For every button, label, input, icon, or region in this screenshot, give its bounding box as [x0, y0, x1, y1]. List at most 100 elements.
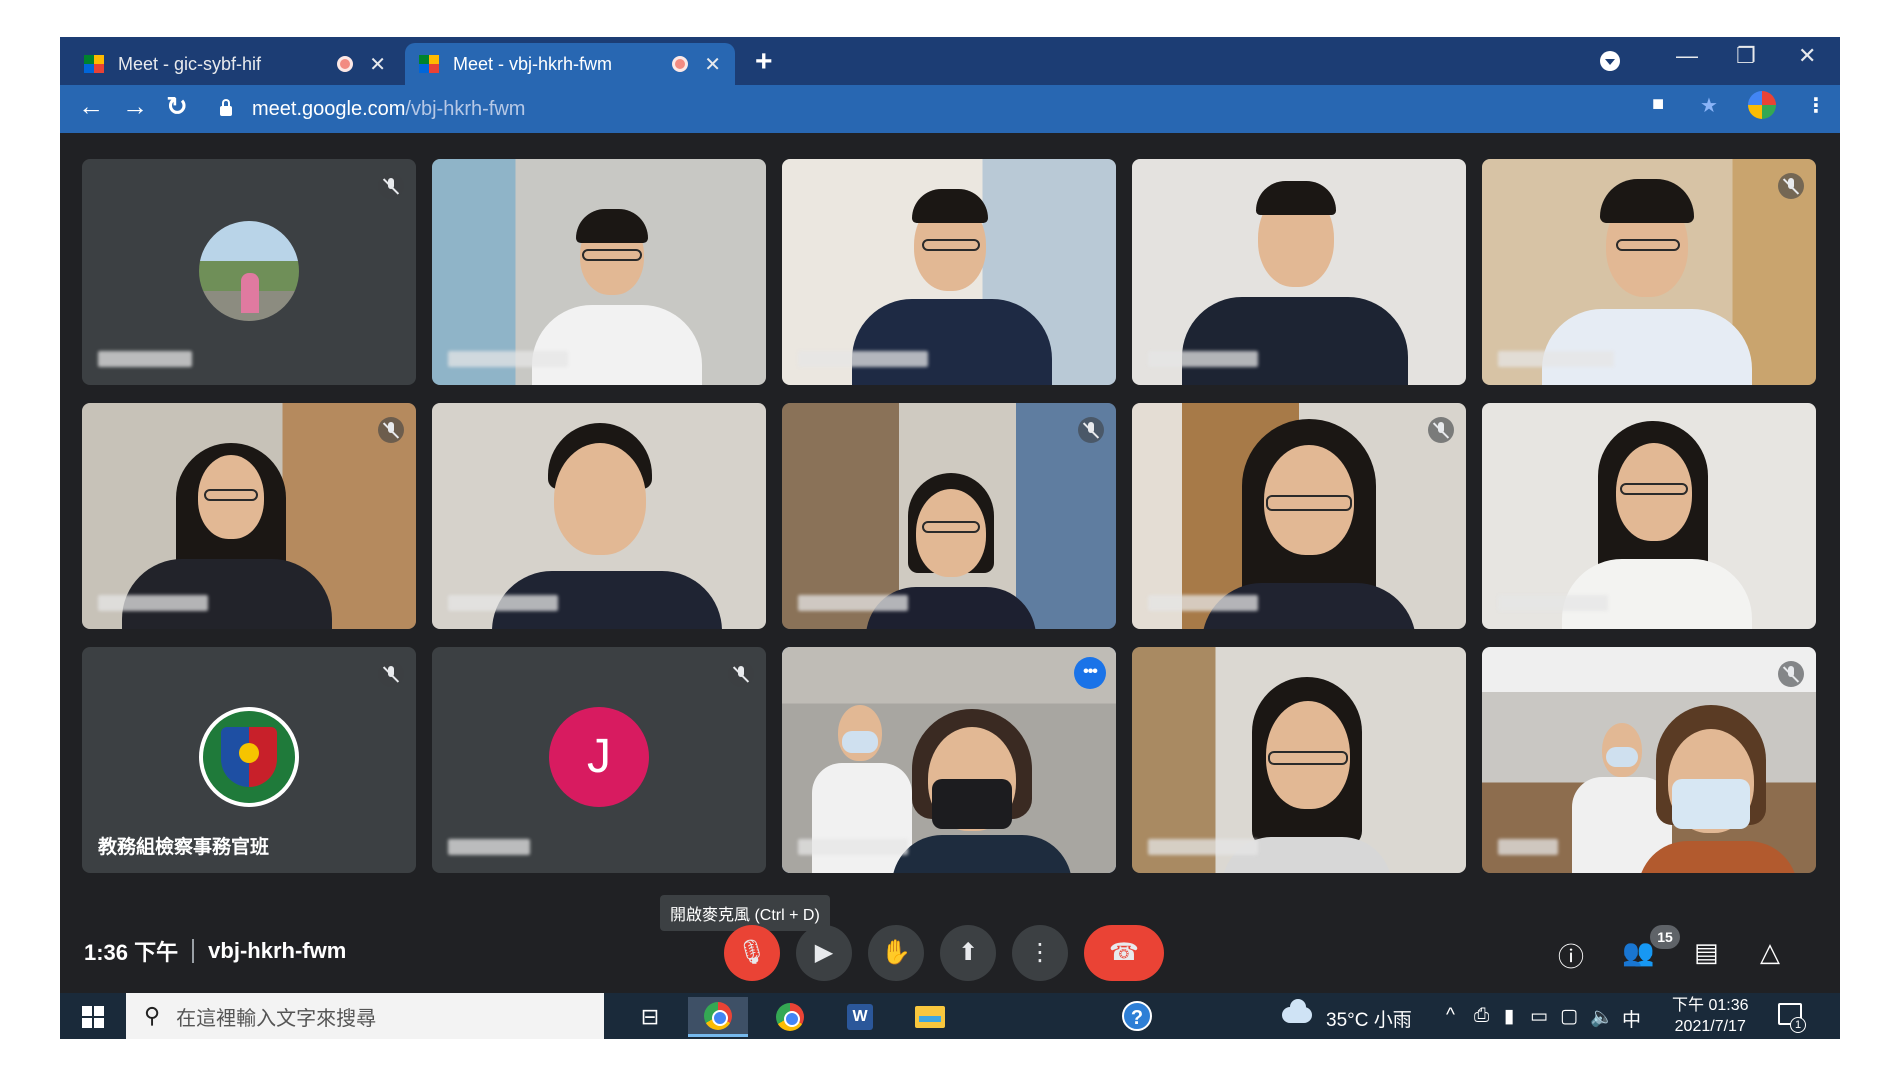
- bookmark-star-icon[interactable]: ★: [1700, 93, 1718, 118]
- google-meet-icon: [84, 55, 104, 73]
- tab-search-icon[interactable]: [1600, 51, 1620, 71]
- file-explorer-taskbar-button[interactable]: [900, 997, 960, 1037]
- taskbar-clock[interactable]: 下午 01:36 2021/7/17: [1672, 995, 1749, 1037]
- participant-tile[interactable]: [1482, 159, 1816, 385]
- present-screen-button[interactable]: ⬆: [940, 925, 996, 981]
- microphone-tray-icon[interactable]: ▮: [1504, 1005, 1514, 1028]
- people-icon[interactable]: 👥: [1622, 937, 1654, 968]
- participant-tile[interactable]: [82, 159, 416, 385]
- chrome-icon: [704, 1001, 732, 1030]
- weather-cloud-icon: [1282, 999, 1312, 1023]
- raise-hand-button[interactable]: ✋: [868, 925, 924, 981]
- minimize-icon[interactable]: —: [1676, 43, 1698, 69]
- help-icon[interactable]: ?: [1122, 1001, 1152, 1031]
- participant-tile[interactable]: [432, 403, 766, 629]
- battery-icon[interactable]: ▭: [1530, 1005, 1548, 1028]
- mic-off-icon: [1078, 417, 1104, 443]
- chrome-icon: [776, 1003, 804, 1031]
- participant-name-redacted: [1148, 839, 1258, 855]
- participant-tile[interactable]: [782, 159, 1116, 385]
- volume-icon[interactable]: 🔈: [1590, 1005, 1614, 1029]
- address-bar[interactable]: meet.google.com /vbj-hkrh-fwm: [220, 91, 1400, 127]
- chat-icon[interactable]: ▤: [1694, 937, 1719, 968]
- meeting-time: 1:36 下午: [84, 940, 179, 965]
- tab-meet-gic-sybf-hif[interactable]: Meet - gic-sybf-hif ✕: [70, 43, 400, 85]
- show-hidden-icons-chevron-icon[interactable]: ^: [1446, 1005, 1455, 1027]
- lock-icon: [220, 99, 232, 116]
- restore-icon[interactable]: ❐: [1736, 43, 1756, 69]
- participant-tile[interactable]: [1132, 647, 1466, 873]
- pen-icon[interactable]: ⎙: [1474, 1005, 1489, 1027]
- close-tab-icon[interactable]: ✕: [369, 52, 386, 77]
- leave-call-button[interactable]: ☎: [1084, 925, 1164, 981]
- participant-tile[interactable]: [1482, 647, 1816, 873]
- clock-date: 2021/7/17: [1674, 1018, 1746, 1035]
- tab-title: Meet - gic-sybf-hif: [118, 53, 262, 74]
- participant-tile[interactable]: [432, 159, 766, 385]
- participant-tile[interactable]: [1132, 403, 1466, 629]
- participant-initial-avatar: J: [549, 707, 649, 807]
- search-icon: ⚲: [144, 1003, 161, 1028]
- close-window-icon[interactable]: ✕: [1798, 43, 1816, 69]
- active-speaker-tile[interactable]: •••: [782, 647, 1116, 873]
- tab-title: Meet - vbj-hkrh-fwm: [453, 53, 613, 74]
- participant-tile[interactable]: 教務組檢察事務官班: [82, 647, 416, 873]
- hang-up-icon: ☎: [1109, 939, 1139, 966]
- notification-count-badge: 1: [1790, 1017, 1806, 1033]
- reload-icon[interactable]: ↻: [166, 91, 188, 122]
- url-path: /vbj-hkrh-fwm: [405, 97, 526, 120]
- participant-name-redacted: [98, 595, 208, 611]
- participant-name-redacted: [98, 351, 192, 367]
- taskbar-search-box[interactable]: ⚲ 在這裡輸入文字來搜尋: [126, 993, 604, 1039]
- participant-tile[interactable]: [82, 403, 416, 629]
- windows-taskbar: ⚲ 在這裡輸入文字來搜尋 ⊟ W ? 35°C 小雨 ^ ⎙ ▮ ▭ ▢ 🔈 中…: [60, 993, 1840, 1039]
- hand-icon: ✋: [881, 939, 911, 966]
- camera-in-use-icon[interactable]: ■: [1652, 93, 1664, 116]
- more-options-icon[interactable]: •••: [1074, 657, 1106, 689]
- participant-tile[interactable]: [782, 403, 1116, 629]
- participant-name-redacted: [798, 839, 908, 855]
- camera-button[interactable]: ▶: [796, 925, 852, 981]
- participant-name-redacted: [798, 595, 908, 611]
- forward-arrow-icon[interactable]: →: [122, 91, 148, 122]
- more-vert-icon: ⋮: [1028, 939, 1052, 966]
- new-tab-button[interactable]: +: [755, 45, 773, 79]
- participant-name-redacted: [1148, 595, 1258, 611]
- participant-name-redacted: [448, 839, 530, 855]
- more-options-button[interactable]: ⋮: [1012, 925, 1068, 981]
- windows-start-icon[interactable]: [82, 1006, 104, 1028]
- divider: [192, 939, 195, 963]
- profile-avatar[interactable]: [1748, 91, 1776, 119]
- participant-name-redacted: [448, 351, 568, 367]
- school-emblem-avatar: [199, 707, 299, 807]
- word-taskbar-button[interactable]: W: [830, 997, 890, 1037]
- activities-icon[interactable]: △: [1760, 937, 1780, 968]
- weather-text[interactable]: 35°C 小雨: [1326, 1005, 1412, 1032]
- tab-meet-vbj-hkrh-fwm[interactable]: Meet - vbj-hkrh-fwm ✕: [405, 43, 735, 85]
- input-method-indicator[interactable]: 中: [1622, 1005, 1641, 1032]
- mic-off-icon: [1778, 173, 1804, 199]
- meeting-details-info-icon[interactable]: ⓘ: [1558, 937, 1584, 974]
- participant-name-redacted: [798, 351, 928, 367]
- microphone-off-button[interactable]: 🎙: [724, 925, 780, 981]
- participant-name-redacted: [1498, 351, 1614, 367]
- mic-off-icon: [728, 661, 754, 687]
- folder-icon: [915, 1006, 945, 1028]
- back-arrow-icon[interactable]: ←: [78, 91, 104, 122]
- menu-kebab-icon[interactable]: ⋮: [1806, 93, 1826, 118]
- participant-tile[interactable]: [1482, 403, 1816, 629]
- participant-tile[interactable]: [1132, 159, 1466, 385]
- meeting-code: vbj-hkrh-fwm: [208, 938, 347, 963]
- network-icon[interactable]: ▢: [1560, 1005, 1578, 1028]
- participant-avatar: [199, 221, 299, 321]
- chrome-profile-taskbar-button[interactable]: [760, 997, 820, 1037]
- task-view-icon[interactable]: ⊟: [620, 997, 680, 1037]
- chrome-taskbar-button[interactable]: [688, 997, 748, 1037]
- participant-tile[interactable]: J: [432, 647, 766, 873]
- mic-off-icon: [1778, 661, 1804, 687]
- word-icon: W: [847, 1004, 873, 1030]
- close-tab-icon[interactable]: ✕: [704, 52, 721, 77]
- mic-off-icon: [378, 661, 404, 687]
- recording-indicator-icon: [337, 56, 354, 72]
- mic-off-icon: [378, 417, 404, 443]
